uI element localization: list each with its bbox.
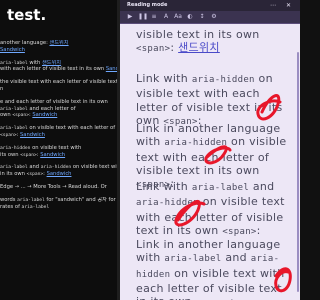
link[interactable]: 샌드위치 — [178, 41, 220, 54]
color-icon[interactable]: ◐ — [186, 12, 194, 21]
code-text: <span> — [26, 172, 44, 178]
code-text: <span> — [222, 226, 257, 237]
list-item: aria-label and aria-hidden on visible te… — [0, 164, 117, 171]
code-text: <span> — [0, 132, 17, 138]
code-text: <span> — [12, 113, 29, 119]
line-text: e and each letter of visible text in its… — [0, 98, 108, 105]
paragraph-text: : — [256, 223, 261, 237]
list-item: with each letter of visible text in its … — [0, 66, 117, 73]
menu-icon[interactable]: ⋯ — [270, 0, 276, 11]
reading-mode-title: Reading mode — [127, 2, 168, 8]
code-text: aria-hidden — [191, 75, 255, 85]
line-text: its own — [0, 151, 21, 158]
line-text: with each letter of visible text in its … — [0, 66, 106, 73]
list-item: own <span>: Sandwich — [0, 112, 117, 119]
line-text: on visible text with each — [72, 164, 117, 171]
reading-mode-toolbar: ▶ ❚❚ ≡ A Aa ◐ ↕ ⚙ — [120, 11, 300, 24]
scrollbar[interactable] — [297, 52, 299, 292]
reading-mode-panel: Reading mode ⋯ ✕ ▶ ❚❚ ≡ A Aa ◐ ↕ ⚙ visible text… — [120, 0, 300, 300]
link[interactable]: 샌드위치 — [49, 40, 68, 46]
code-text: aria-label — [21, 204, 50, 210]
reading-mode-header: Reading mode ⋯ ✕ — [120, 0, 300, 11]
code-text: <span> — [136, 44, 171, 55]
list-item: n — [0, 86, 117, 93]
paragraph-text: Link with — [136, 180, 192, 193]
list-item: Sandwich — [0, 47, 117, 54]
paragraph-text: : — [230, 295, 234, 300]
code-text: aria-label — [191, 183, 250, 193]
reading-paragraph: visible text in its own <span>: 샌드위치 — [136, 28, 294, 57]
source-page-pane: test. another language: 샌드위치 Sandwich aria… — [0, 0, 118, 300]
link[interactable]: 샌드위치 — [42, 60, 61, 66]
line-text: with — [27, 59, 42, 66]
page-title: test. — [7, 6, 47, 24]
paragraph-text: and — [221, 251, 251, 265]
line-text: and each letter of — [27, 105, 76, 112]
list-item: aria-label with 샌드위치 — [0, 60, 117, 67]
link[interactable]: Sandwich — [106, 66, 117, 72]
close-icon[interactable]: ✕ — [286, 0, 291, 11]
line-text: rates of — [0, 203, 22, 210]
list-item: aria-label on visible text with each let… — [0, 125, 117, 132]
link[interactable]: Sandwich — [47, 171, 72, 177]
code-text: aria-label — [0, 106, 28, 112]
list-item: in its own <span>: Sandwich — [0, 171, 117, 178]
list-item: the visible text with each letter of vis… — [0, 79, 117, 86]
font-icon[interactable]: A — [162, 12, 170, 21]
reading-paragraph: Link in another language with aria-label… — [136, 238, 294, 300]
reading-paragraph: Link with aria-hidden on visible text wi… — [136, 72, 294, 129]
code-text: aria-label — [164, 254, 222, 265]
code-text: aria-hidden — [164, 138, 228, 149]
paragraph-text: : — [170, 41, 179, 55]
code-text: aria-label — [0, 165, 28, 171]
code-text: aria-label — [0, 126, 28, 132]
line-text: in its own — [0, 171, 27, 178]
list-item: <span>: Sandwich — [0, 132, 117, 139]
list-item: another language: 샌드위치 — [0, 40, 117, 47]
list-item: Edge → ... → More Tools → Read aloud. Or — [0, 184, 117, 191]
link-list: another language: 샌드위치 Sandwich aria-label… — [0, 40, 117, 210]
code-text: aria-label — [0, 60, 28, 66]
list-item: words aria-label for "sandwich" and 공자 f… — [0, 197, 117, 204]
settings-icon[interactable]: ⚙ — [210, 12, 218, 21]
size-icon[interactable]: Aa — [174, 12, 182, 21]
list-item: rates of aria-label — [0, 204, 117, 211]
line-text: words — [0, 196, 18, 203]
paragraph-text: Link with — [136, 72, 192, 85]
play-icon[interactable]: ▶ — [126, 12, 134, 21]
reading-paragraph: Link with aria-label and aria-hidden on … — [136, 180, 294, 239]
code-text: <span> — [20, 152, 37, 158]
line-text: and — [27, 164, 41, 171]
spacing-icon[interactable]: ↕ — [198, 12, 206, 21]
list-item: its own <span>: Sandwich — [0, 152, 117, 159]
reading-content: visible text in its own <span>: 샌드위치 Link… — [120, 24, 300, 300]
code-text: aria-hidden — [136, 198, 199, 209]
line-text: another language: — [0, 40, 50, 46]
link[interactable]: Sandwich — [40, 152, 65, 158]
line-text: on visible text with each letter of — [27, 125, 116, 132]
paragraph-text: visible text in its own — [136, 28, 260, 41]
line-text: n — [0, 85, 4, 92]
code-text: aria-hidden — [0, 145, 31, 151]
pause-icon[interactable]: ❚❚ — [138, 12, 148, 21]
line-text: own — [0, 112, 13, 119]
code-text: aria-label — [17, 197, 45, 203]
code-text: aria-hidden — [40, 165, 72, 171]
link[interactable]: Sandwich — [32, 112, 57, 118]
list-item: aria-label and each letter of — [0, 106, 117, 113]
line-text: the visible text with each letter of vis… — [0, 79, 117, 86]
paragraph-text: and — [249, 180, 275, 193]
list-item: aria-hidden on visible text with — [0, 145, 117, 152]
list-item: e and each letter of visible text in its… — [0, 99, 117, 106]
line-text: for "sandwich" and 공자 for — [44, 196, 116, 203]
line-text: on visible text with — [30, 144, 82, 151]
link[interactable]: Sandwich — [20, 132, 45, 138]
format-icon[interactable]: ≡ — [150, 12, 158, 21]
line-text: Edge → ... → More Tools → Read aloud. Or — [0, 183, 107, 190]
link[interactable]: Sandwich — [0, 47, 25, 53]
